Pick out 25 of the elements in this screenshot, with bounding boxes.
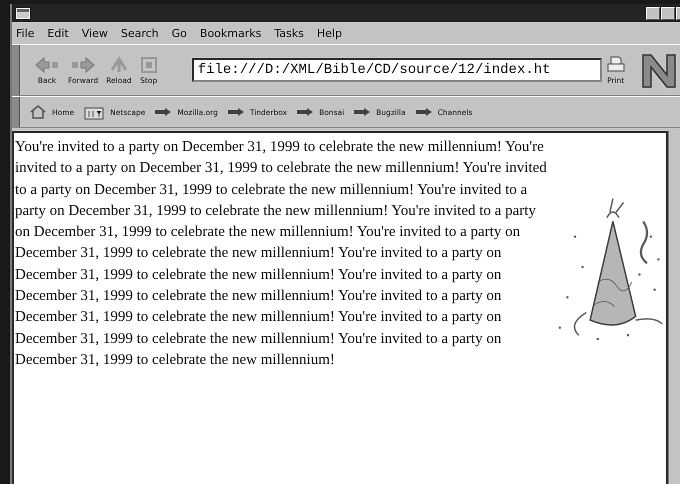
menu-item[interactable]: View <box>82 26 108 40</box>
toolbar-grip[interactable] <box>12 97 20 127</box>
menu-item[interactable]: Edit <box>47 26 69 40</box>
window-menu-icon[interactable] <box>16 8 30 18</box>
bookmark-arrow-icon <box>297 108 314 116</box>
invitation-text: You're invited to a party on December 31, 1999 to celebrate the new millennium! You're invited to a party on December 31, 1999 to celebrate the new millennium! You're invited to a party on December 31, 1999 to celebrate the new millennium! You're invited to a party on December 31, 1999 to celebrate the new millennium! You're invited to a party on December 31, 1999 to celebrate the new millennium! You're invited to a party on December 31, 1999 to celebrate the new millennium! You're invited to a party on December 31, 1999 to celebrate the new millennium! You're invited to a party on December 31, 1999 to celebrate the new millennium! You're invited to a party on December 31, 1999 to celebrate the new millennium! You're invited to a party on December 31, 1999 to celebrate the new millennium! You're invited to a party on December 31, 1999 to celebrate the new millennium! <box>15 138 548 370</box>
house-icon <box>30 105 46 119</box>
printer-icon <box>606 56 626 74</box>
bookmark-arrow-icon <box>228 108 244 116</box>
menu-item[interactable]: Tasks <box>274 26 304 40</box>
toolbar-grip[interactable] <box>12 45 20 95</box>
forward-arrow-icon <box>70 56 96 74</box>
bookmark-arrow-icon <box>416 108 432 116</box>
stop-icon <box>140 56 158 74</box>
bookmark-arrow-icon <box>354 108 370 116</box>
menu-item[interactable]: Go <box>172 26 187 40</box>
bookmark-arrow-icon <box>155 108 172 116</box>
menu-item[interactable]: File <box>16 26 34 40</box>
back-arrow-icon <box>34 56 60 74</box>
minimize-button[interactable] <box>646 6 660 20</box>
address-field[interactable]: file:///D:/XML/Bible/CD/source/12/index.ht <box>192 58 602 82</box>
menu-item[interactable]: Help <box>316 26 342 40</box>
maximize-button[interactable] <box>661 6 675 20</box>
menu-item[interactable]: Bookmarks <box>200 26 262 40</box>
menu-item[interactable]: Search <box>120 26 159 40</box>
